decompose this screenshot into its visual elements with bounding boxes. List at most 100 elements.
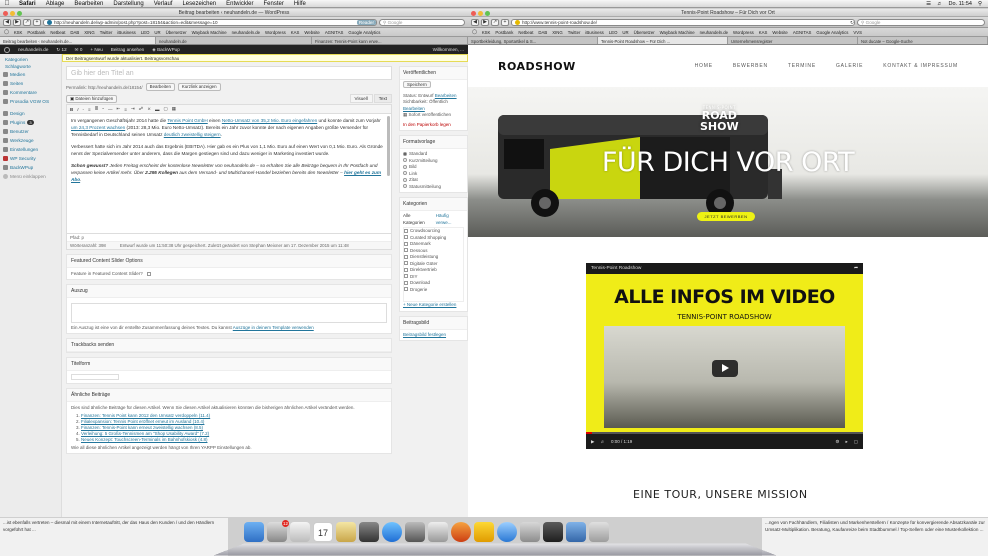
bookmark-item[interactable]: KSK bbox=[482, 30, 491, 35]
settings-gear-icon[interactable]: ⚙ bbox=[835, 439, 839, 445]
bookmark-item[interactable]: Google Analytics bbox=[348, 30, 380, 35]
fullscreen-icon[interactable]: ▢ bbox=[163, 106, 167, 112]
minimize-window-icon[interactable] bbox=[478, 10, 483, 16]
zoom-window-icon[interactable] bbox=[17, 10, 22, 16]
set-thumbnail-link[interactable]: Beitragsbild festlegen bbox=[403, 332, 446, 337]
hr-icon[interactable]: — bbox=[108, 107, 113, 112]
tab-all-categories[interactable]: Alle Kategorien bbox=[403, 213, 432, 226]
related-link[interactable]: Finanzen: Tennis Point kann 2012 den Ums… bbox=[81, 413, 210, 418]
align-right-icon[interactable]: ⇥ bbox=[131, 106, 135, 112]
nav-kontakt[interactable]: KONTAKT & IMPRESSUM bbox=[883, 63, 958, 69]
bookmark-item[interactable]: Wayback Machine bbox=[192, 30, 227, 35]
tab-sportbekleidung[interactable]: Sportbekleidung, Sportartikel & S... bbox=[468, 37, 598, 44]
nav-galerie[interactable]: GALERIE bbox=[836, 63, 863, 69]
bookmark-item[interactable]: iBusiness bbox=[585, 30, 603, 35]
sidebar-item-seiten[interactable]: Seiten bbox=[0, 79, 61, 88]
back-icon[interactable]: ◀ bbox=[471, 18, 479, 26]
volume-icon[interactable]: ♬ bbox=[600, 439, 605, 444]
sidebar-item-prosodia[interactable]: Prosodia VGW OS bbox=[0, 97, 61, 106]
trash-link[interactable]: In den Papierkorb legen bbox=[403, 122, 464, 129]
bookmark-item[interactable]: Google Analytics bbox=[816, 30, 848, 35]
toolbar-toggle-icon[interactable]: ▦ bbox=[172, 106, 176, 112]
share-icon[interactable]: ↗ bbox=[491, 18, 499, 26]
sidebar-item-benutzer[interactable]: Benutzer bbox=[0, 127, 61, 136]
bookmark-item[interactable]: XING bbox=[552, 30, 563, 35]
tab-unternehmensregister[interactable]: Unternehmensregister bbox=[728, 37, 858, 44]
sidebar-item-kategorien[interactable]: Kategorien bbox=[0, 56, 61, 63]
link-tennis-point[interactable]: Tennis Point GmbH bbox=[167, 118, 207, 123]
slider-options-title[interactable]: Featured Content Slider Options bbox=[67, 255, 391, 268]
sidebar-item-schlagworte[interactable]: Schlagworte bbox=[0, 63, 61, 70]
tab-google-suche[interactable]: Not ducate – Google-Suche bbox=[858, 37, 988, 44]
related-link[interactable]: Verleihung: 5 Großs-Tennismen am "Shop U… bbox=[81, 431, 209, 436]
admin-bar-comments[interactable]: ✉ 0 bbox=[75, 47, 83, 53]
menu-darstellung[interactable]: Darstellung bbox=[108, 1, 148, 7]
menu-verlauf[interactable]: Verlauf bbox=[149, 1, 178, 7]
format-option[interactable]: Statusmitteilung bbox=[403, 184, 464, 191]
tab-beitrag-bearbeiten[interactable]: Beitrag bearbeiten ‹ neuhandeln.de... bbox=[0, 37, 156, 44]
related-link[interactable]: Neues Konzept: Touchscreen-Terminals im … bbox=[81, 437, 207, 442]
admin-bar-view-post[interactable]: Beitrag ansehen bbox=[111, 47, 144, 52]
finder-icon[interactable] bbox=[244, 522, 264, 542]
apple-menu-icon[interactable]:  bbox=[0, 0, 14, 7]
sidebar-item-einstellungen[interactable]: Einstellungen bbox=[0, 145, 61, 154]
search-field[interactable]: ⚲ Google bbox=[379, 18, 465, 26]
back-icon[interactable]: ◀ bbox=[3, 18, 11, 26]
sidebar-item-medien[interactable]: Medien bbox=[0, 70, 61, 79]
related-posts-title[interactable]: Ähnliche Beiträge bbox=[67, 389, 391, 402]
bullet-list-icon[interactable]: ≡ bbox=[88, 107, 91, 112]
titelform-title[interactable]: Titelform bbox=[67, 358, 391, 371]
categories-title[interactable]: Kategorien bbox=[400, 198, 467, 211]
apply-now-button[interactable]: JETZT BEWERBEN bbox=[697, 212, 755, 221]
roadshow-logo[interactable]: ROADSHOW bbox=[498, 60, 576, 73]
sidebar-collapse-menu[interactable]: Menü einklappen bbox=[0, 172, 61, 181]
bookmark-item[interactable]: LEO bbox=[141, 30, 150, 35]
related-link[interactable]: Filialexpansion: Tennis Point eröffnet e… bbox=[81, 419, 204, 424]
play-icon[interactable]: ▶ bbox=[591, 439, 594, 445]
nav-home[interactable]: HOME bbox=[695, 63, 713, 69]
admin-bar-backwpup[interactable]: ◈ BackWPup bbox=[152, 47, 180, 53]
tab-visual[interactable]: Visuell bbox=[349, 94, 373, 103]
notes-icon[interactable] bbox=[336, 522, 356, 542]
address-bar[interactable]: http://neuhandeln.de/wp-admin/post.php?p… bbox=[43, 18, 377, 26]
unlink-icon[interactable]: ⨯ bbox=[147, 106, 151, 112]
video-share-icon[interactable]: ➦ bbox=[854, 266, 858, 271]
video-title[interactable]: Tennis-Point Roadshow bbox=[591, 266, 641, 271]
align-center-icon[interactable]: ≡ bbox=[124, 107, 127, 112]
bookmark-item[interactable]: UR bbox=[154, 30, 160, 35]
category-item[interactable]: Drogerie bbox=[404, 287, 463, 294]
link-netto-umsatz[interactable]: Netto-Umsatz von 35,2 Mio. Euro eingefah… bbox=[222, 118, 317, 123]
bookmark-item[interactable]: Website bbox=[304, 30, 319, 35]
bookmark-item[interactable]: Wayback Machine bbox=[660, 30, 695, 35]
more-tag-icon[interactable]: ▬ bbox=[155, 107, 160, 112]
sidebar-item-backwpup[interactable]: BackWPup bbox=[0, 163, 61, 172]
menu-bearbeiten[interactable]: Bearbeiten bbox=[69, 1, 108, 7]
categories-list[interactable]: Crowdsourcing Curated Shopping Dänemark … bbox=[403, 227, 464, 302]
itunes-icon[interactable] bbox=[382, 522, 402, 542]
nav-bewerben[interactable]: BEWERBEN bbox=[733, 63, 768, 69]
link-icon[interactable]: ☍ bbox=[139, 106, 144, 112]
admin-bar-new[interactable]: + Neu bbox=[90, 47, 102, 52]
status-edit-link[interactable]: Bearbeiten bbox=[435, 93, 457, 98]
bookmark-item[interactable]: DAB bbox=[538, 30, 547, 35]
add-media-button[interactable]: ▣ Dateien hinzufügen bbox=[66, 94, 118, 103]
downloads-folder-icon[interactable] bbox=[566, 522, 586, 542]
image-capture-icon[interactable] bbox=[359, 522, 379, 542]
safari-icon[interactable] bbox=[497, 522, 517, 542]
bookmark-item[interactable]: Übersetzer bbox=[634, 30, 655, 35]
volume-icon[interactable]: ♬ bbox=[937, 1, 943, 7]
add-category-link[interactable]: + Neue Kategorie erstellen bbox=[403, 302, 456, 307]
add-bookmark-icon[interactable]: + bbox=[501, 18, 509, 26]
bookmark-item[interactable]: DAB bbox=[70, 30, 79, 35]
bookmark-item[interactable]: Netbeat bbox=[50, 30, 65, 35]
menu-safari[interactable]: Safari bbox=[14, 1, 41, 7]
wifi-icon[interactable]: ☰ bbox=[926, 1, 931, 7]
reading-list-icon[interactable]: ◯ bbox=[472, 29, 477, 35]
link-wachsen[interactable]: um 24,3 Prozent wachsen bbox=[71, 125, 125, 130]
permalink-edit-button[interactable]: Bearbeiten bbox=[145, 83, 175, 91]
sidebar-item-kommentare[interactable]: Kommentare bbox=[0, 88, 61, 97]
contacts-icon[interactable] bbox=[290, 522, 310, 542]
tab-finanzen[interactable]: Finanzen: Tennis-Point kann erwe... bbox=[312, 37, 468, 44]
mail-icon[interactable]: 12 bbox=[267, 520, 289, 542]
bookmark-item[interactable]: LEO bbox=[609, 30, 618, 35]
